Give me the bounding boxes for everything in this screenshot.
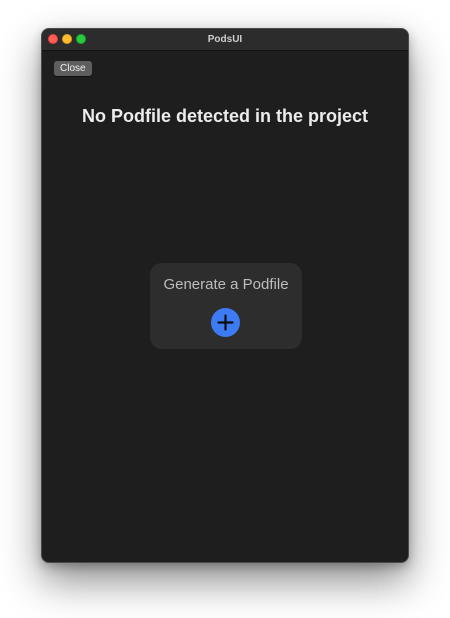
close-button[interactable]: Close (54, 61, 92, 76)
page-title: No Podfile detected in the project (81, 106, 369, 126)
generate-podfile-button[interactable] (211, 308, 240, 337)
title-bar[interactable]: PodsUI (42, 29, 408, 51)
plus-icon (217, 314, 234, 331)
generate-podfile-card: Generate a Podfile (150, 263, 302, 349)
generate-podfile-label: Generate a Podfile (163, 276, 289, 293)
window-title: PodsUI (207, 34, 243, 45)
app-window: PodsUI Close No Podfile detected in the … (41, 28, 409, 563)
